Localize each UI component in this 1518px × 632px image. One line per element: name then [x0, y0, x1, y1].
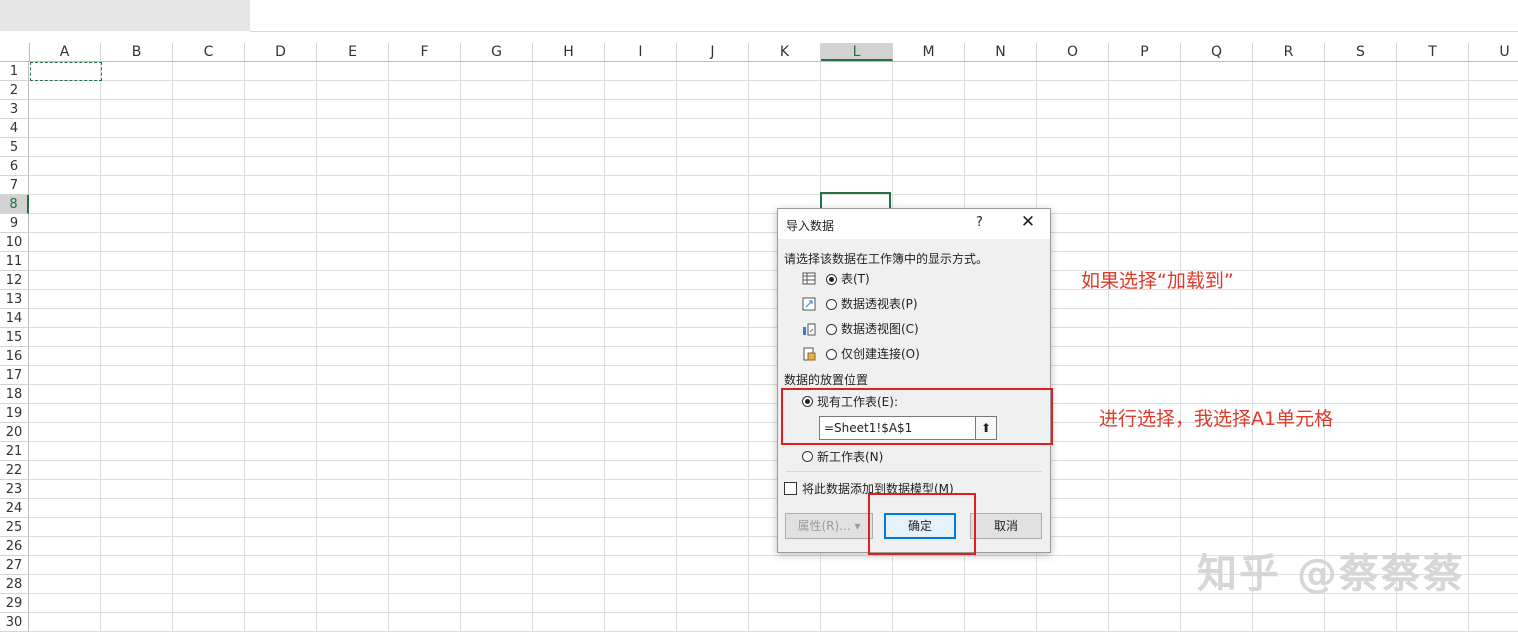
- formula-bar[interactable]: [250, 0, 1518, 32]
- row-header-25[interactable]: 25: [0, 518, 29, 537]
- properties-button-label: 属性(R)...: [797, 519, 851, 533]
- row-header-10[interactable]: 10: [0, 233, 29, 252]
- column-header-j[interactable]: J: [677, 43, 749, 61]
- radio-pivot-table[interactable]: [826, 298, 837, 310]
- row-header-11[interactable]: 11: [0, 252, 29, 271]
- option-pivot-table[interactable]: 数据透视表(P): [802, 294, 918, 314]
- new-sheet-label: 新工作表(N): [817, 450, 884, 464]
- column-header-a[interactable]: A: [29, 43, 101, 61]
- cancel-button[interactable]: 取消: [970, 513, 1042, 539]
- select-all-corner[interactable]: [0, 43, 30, 61]
- pivot-chart-icon: [802, 322, 816, 336]
- pivot-table-icon: [802, 297, 816, 311]
- annotation-select-a1: 进行选择，我选择A1单元格: [1099, 408, 1334, 430]
- row-header-28[interactable]: 28: [0, 575, 29, 594]
- row-header-19[interactable]: 19: [0, 404, 29, 423]
- row-header-22[interactable]: 22: [0, 461, 29, 480]
- column-header-r[interactable]: R: [1253, 43, 1325, 61]
- row-header-17[interactable]: 17: [0, 366, 29, 385]
- column-header-e[interactable]: E: [317, 43, 389, 61]
- column-header-b[interactable]: B: [101, 43, 173, 61]
- highlight-box-location: [781, 388, 1053, 445]
- radio-table[interactable]: [826, 273, 837, 285]
- column-header-s[interactable]: S: [1325, 43, 1397, 61]
- row-header-29[interactable]: 29: [0, 594, 29, 613]
- row-header-24[interactable]: 24: [0, 499, 29, 518]
- row-header-21[interactable]: 21: [0, 442, 29, 461]
- column-header-bar: ABCDEFGHIJKLMNOPQRSTU: [0, 43, 1518, 62]
- row-header-4[interactable]: 4: [0, 119, 29, 138]
- row-header-8[interactable]: 8: [0, 195, 29, 214]
- data-model-checkbox[interactable]: [784, 482, 797, 495]
- column-header-t[interactable]: T: [1397, 43, 1469, 61]
- row-header-23[interactable]: 23: [0, 480, 29, 499]
- row-header-1[interactable]: 1: [0, 62, 29, 81]
- option-pivot-chart[interactable]: 数据透视图(C): [802, 319, 919, 339]
- column-header-u[interactable]: U: [1469, 43, 1518, 61]
- row-header-12[interactable]: 12: [0, 271, 29, 290]
- option-table-label: 表(T): [841, 272, 870, 286]
- row-header-2[interactable]: 2: [0, 81, 29, 100]
- row-header-20[interactable]: 20: [0, 423, 29, 442]
- divider: [786, 471, 1042, 472]
- row-header-15[interactable]: 15: [0, 328, 29, 347]
- dropdown-arrow-icon: ▾: [854, 519, 861, 533]
- option-connection-only-label: 仅创建连接(O): [841, 347, 920, 361]
- column-header-h[interactable]: H: [533, 43, 605, 61]
- column-header-k[interactable]: K: [749, 43, 821, 61]
- row-header-6[interactable]: 6: [0, 157, 29, 176]
- row-header-9[interactable]: 9: [0, 214, 29, 233]
- column-header-n[interactable]: N: [965, 43, 1037, 61]
- column-header-l[interactable]: L: [821, 43, 893, 61]
- row-header-16[interactable]: 16: [0, 347, 29, 366]
- connection-icon: [802, 347, 816, 361]
- option-table[interactable]: 表(T): [802, 269, 870, 289]
- column-header-q[interactable]: Q: [1181, 43, 1253, 61]
- radio-pivot-chart[interactable]: [826, 323, 837, 335]
- column-header-g[interactable]: G: [461, 43, 533, 61]
- column-header-c[interactable]: C: [173, 43, 245, 61]
- column-header-m[interactable]: M: [893, 43, 965, 61]
- row-header-13[interactable]: 13: [0, 290, 29, 309]
- row-header-27[interactable]: 27: [0, 556, 29, 575]
- location-section-label: 数据的放置位置: [784, 373, 869, 387]
- radio-connection-only[interactable]: [826, 348, 837, 360]
- row-header-7[interactable]: 7: [0, 176, 29, 195]
- annotation-load-to: 如果选择“加载到”: [1081, 270, 1234, 292]
- help-button[interactable]: ?: [976, 215, 983, 230]
- copy-marquee-a1: [30, 62, 102, 81]
- column-header-d[interactable]: D: [245, 43, 317, 61]
- column-header-o[interactable]: O: [1037, 43, 1109, 61]
- table-icon: [802, 272, 816, 286]
- row-header-3[interactable]: 3: [0, 100, 29, 119]
- option-connection-only[interactable]: 仅创建连接(O): [802, 344, 920, 364]
- row-header-5[interactable]: 5: [0, 138, 29, 157]
- row-header-26[interactable]: 26: [0, 537, 29, 556]
- option-pivot-chart-label: 数据透视图(C): [841, 322, 919, 336]
- display-prompt: 请选择该数据在工作簿中的显示方式。: [784, 252, 989, 266]
- dialog-title: 导入数据: [786, 219, 835, 233]
- row-header-14[interactable]: 14: [0, 309, 29, 328]
- name-box[interactable]: [0, 0, 251, 31]
- row-header-30[interactable]: 30: [0, 613, 29, 632]
- row-header-18[interactable]: 18: [0, 385, 29, 404]
- new-sheet-option[interactable]: 新工作表(N): [802, 448, 883, 465]
- radio-new-sheet[interactable]: [802, 451, 813, 462]
- properties-button[interactable]: 属性(R)... ▾: [785, 513, 873, 539]
- watermark: 知乎 @蔡蔡蔡: [1197, 551, 1465, 597]
- close-icon[interactable]: ✕: [1018, 212, 1038, 232]
- column-header-p[interactable]: P: [1109, 43, 1181, 61]
- highlight-box-ok: [868, 493, 976, 555]
- column-header-f[interactable]: F: [389, 43, 461, 61]
- column-header-i[interactable]: I: [605, 43, 677, 61]
- option-pivot-table-label: 数据透视表(P): [841, 297, 918, 311]
